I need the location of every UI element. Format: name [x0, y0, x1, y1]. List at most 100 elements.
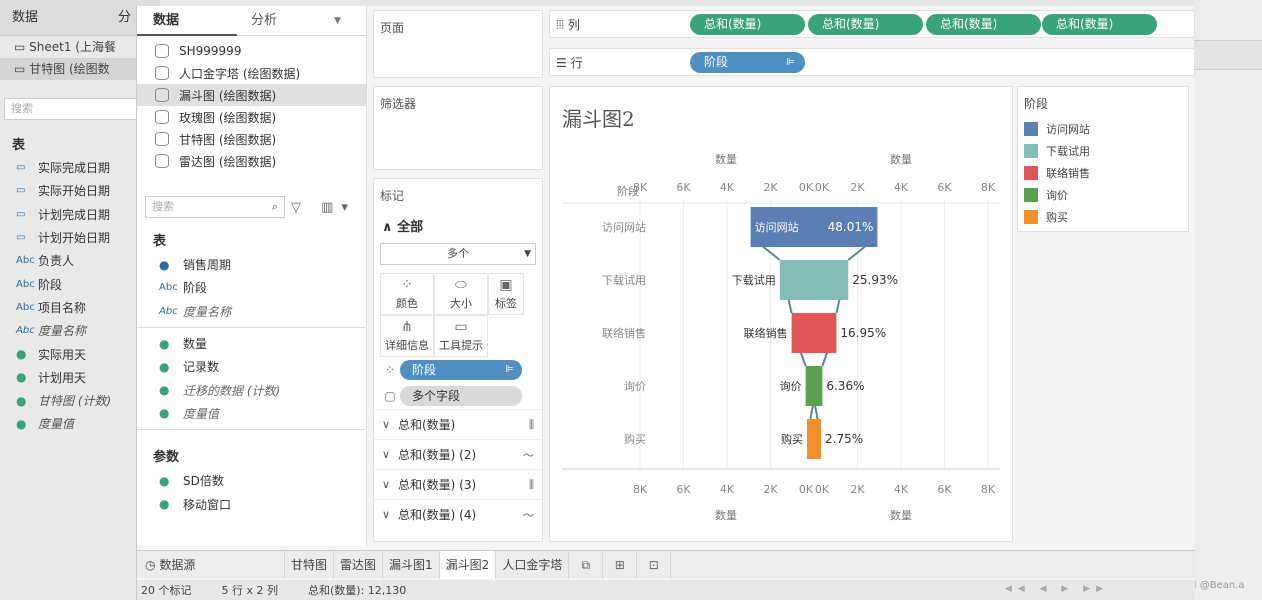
datasource-item[interactable]: SH999999 — [137, 40, 366, 62]
tooltip-button[interactable]: ▭ 工具提示 — [434, 315, 488, 357]
calendar-icon: ▭ — [16, 162, 26, 174]
marks-card: 标记 ∧ 全部 多个 ▼ ⁘ 颜色 ⬭ 大小 ▣ 标签 ⋔ 详细信息 ▭ 工具提示 ⁘ 阶段 ⊫ ▢ … — [373, 178, 543, 542]
columns-pill[interactable]: 总和(数量) — [1042, 14, 1157, 35]
chevron-up-icon[interactable]: ∧ — [382, 220, 393, 235]
datasource-item[interactable]: 甘特图 (绘图数据) — [137, 128, 366, 150]
back-field-item[interactable]: Abc 度量名称 — [0, 319, 140, 342]
marks-subcard-label: 总和(数量) (3) — [398, 478, 477, 492]
columns-shelf-label: ⦙⦙⦙ 列 — [556, 18, 580, 32]
parameter-field[interactable]: ● 移动窗口 — [137, 492, 366, 515]
columns-pill[interactable]: 总和(数量) — [808, 14, 923, 35]
marks-subcard-label: 总和(数量) (2) — [398, 448, 477, 462]
back-field-item[interactable]: Abc 负责人 — [0, 249, 140, 272]
new-dashboard-icon[interactable]: ⊞ — [603, 550, 638, 579]
section-tables: 表 — [153, 234, 167, 249]
new-worksheet-icon[interactable]: ⧉ — [569, 550, 604, 579]
back-field-item[interactable]: ● 甘特图 (计数) — [0, 389, 140, 412]
back-field-item[interactable]: ● 度量值 — [0, 412, 140, 435]
legend-item[interactable]: 购买 — [1018, 206, 1188, 228]
datasource-item[interactable]: 人口金字塔 (绘图数据) — [137, 62, 366, 84]
dimension-field[interactable]: Abc 度量名称 — [137, 300, 366, 323]
datasource-item[interactable]: 漏斗图 (绘图数据) — [137, 84, 366, 106]
sheet-tab[interactable]: 甘特图 — [285, 550, 335, 579]
back-field-item[interactable]: Abc 阶段 — [0, 272, 140, 295]
datasource-item[interactable]: 玫瑰图 (绘图数据) — [137, 106, 366, 128]
back-field-label: 实际开始日期 — [38, 184, 111, 199]
filters-card[interactable]: 筛选器 — [373, 86, 543, 170]
field-search-input[interactable]: 搜索 ⌕ — [145, 196, 285, 218]
filter-icon[interactable]: ▽ ▥▾ — [291, 200, 356, 215]
back-field-item[interactable]: ● 实际用天 — [0, 342, 140, 365]
tick-label: 4K — [894, 483, 909, 496]
back-field-item[interactable]: ▭ 计划完成日期 — [0, 203, 140, 226]
marks-subcard[interactable]: ∨ 总和(数量) (2) 〜 — [374, 439, 542, 469]
datasource-label: 人口金字塔 (绘图数据) — [179, 66, 301, 81]
legend-item[interactable]: 访问网站 — [1018, 118, 1188, 140]
back-tab-data[interactable]: 数据 — [12, 6, 38, 25]
new-story-icon[interactable]: ⊡ — [637, 550, 672, 579]
chevron-down-icon[interactable]: ∨ — [382, 478, 398, 491]
back-field-item[interactable]: ▭ 实际完成日期 — [0, 156, 140, 179]
sheet-tab[interactable]: 人口金字塔 — [496, 550, 570, 579]
measure-field[interactable]: ● 迁移的数据 (计数) — [137, 378, 366, 401]
legend-item[interactable]: 询价 — [1018, 184, 1188, 206]
viz-area: 漏斗图2 阶段 数量 数量 数量 数量 8K 6K 4K 2K 0K 0K 2K 4K 6K 8K 8K 6K 4… — [549, 86, 1013, 542]
multi-fields-pill[interactable]: 多个字段 — [400, 386, 522, 406]
legend-label: 访问网站 — [1046, 123, 1090, 136]
back-datasource-item[interactable]: ▭ Sheet1 (上海餐 — [0, 36, 140, 58]
size-icon: ⬭ — [455, 277, 467, 293]
rows-pill-stage[interactable]: 阶段 ⊫ — [690, 52, 805, 73]
axis-title: 数量 — [715, 153, 737, 166]
back-tab-analysis[interactable]: 分 — [118, 6, 131, 25]
columns-pill[interactable]: 总和(数量) — [690, 14, 805, 35]
legend-item[interactable]: 联络销售 — [1018, 162, 1188, 184]
back-field-item[interactable]: ● 计划用天 — [0, 366, 140, 389]
back-field-label: 计划用天 — [38, 370, 87, 385]
chevron-down-icon[interactable]: ∨ — [382, 448, 398, 461]
rows-shelf: ☰ 行 阶段 ⊫ — [549, 48, 1195, 76]
measure-field[interactable]: ● 记录数 — [137, 355, 366, 378]
database-icon — [155, 88, 169, 102]
cards-pane: 页面 筛选器 标记 ∧ 全部 多个 ▼ ⁘ 颜色 ⬭ 大小 ▣ 标签 ⋔ 详细信息 ▭ 工具提示 ⁘… — [373, 6, 543, 546]
datasource-tab[interactable]: ◷ 数据源 — [137, 550, 285, 579]
parameter-field[interactable]: ● SD倍数 — [137, 469, 366, 492]
pages-card[interactable]: 页面 — [373, 10, 543, 78]
back-field-item[interactable]: Abc 项目名称 — [0, 296, 140, 319]
marks-subcard[interactable]: ∨ 总和(数量) (3) ⫼ — [374, 469, 542, 499]
legend-swatch — [1024, 166, 1038, 180]
chevron-down-icon[interactable]: ∨ — [382, 418, 398, 431]
measure-icon: ● — [16, 370, 27, 385]
detail-button[interactable]: ⋔ 详细信息 — [380, 315, 434, 357]
stage-pill[interactable]: 阶段 ⊫ — [400, 360, 522, 380]
label-button[interactable]: ▣ 标签 — [488, 273, 524, 315]
measure-field[interactable]: ● 度量值 — [137, 402, 366, 425]
back-field-item[interactable]: ▭ 计划开始日期 — [0, 226, 140, 249]
dimension-field[interactable]: ● 销售周期 — [137, 253, 366, 276]
sheet-tab[interactable]: 雷达图 — [334, 550, 384, 579]
dimension-field[interactable]: Abc 阶段 — [137, 276, 366, 299]
sort-icon: ⊫ — [786, 57, 795, 68]
percent-label: 48.01% — [828, 220, 874, 234]
columns-pill[interactable]: 总和(数量) — [926, 14, 1041, 35]
chevron-down-icon[interactable]: ▼ — [334, 6, 341, 36]
marks-subcard[interactable]: ∨ 总和(数量) (4) 〜 — [374, 499, 542, 529]
back-search-input[interactable]: 搜索 — [4, 98, 140, 120]
back-field-item[interactable]: ▭ 实际开始日期 — [0, 179, 140, 202]
marks-subcard[interactable]: ∨ 总和(数量) ⫼ — [374, 409, 542, 439]
chevron-down-icon[interactable]: ∨ — [382, 508, 398, 521]
marks-all-row[interactable]: ∧ 全部 — [374, 212, 542, 239]
page-nav-icon[interactable]: ◀◀ ◀ ▶ ▶▶ — [1005, 584, 1109, 594]
size-button[interactable]: ⬭ 大小 — [434, 273, 488, 315]
tab-data[interactable]: 数据 — [137, 6, 237, 36]
color-button[interactable]: ⁘ 颜色 — [380, 273, 434, 315]
tab-analysis[interactable]: 分析 ▼ — [237, 6, 347, 36]
back-datasource-item[interactable]: ▭ 甘特图 (绘图数 — [0, 58, 140, 80]
abc-icon: Abc — [159, 282, 178, 294]
sheet-tab[interactable]: 漏斗图1 — [383, 550, 440, 579]
legend-items: 访问网站下载试用 联络销售 询价 购买 — [1018, 118, 1188, 228]
datasource-item[interactable]: 雷达图 (绘图数据) — [137, 150, 366, 172]
legend-item[interactable]: 下载试用 — [1018, 140, 1188, 162]
measure-field[interactable]: ● 数量 — [137, 332, 366, 355]
mark-type-dropdown[interactable]: 多个 ▼ — [380, 243, 536, 265]
sheet-tab[interactable]: 漏斗图2 — [439, 550, 497, 579]
